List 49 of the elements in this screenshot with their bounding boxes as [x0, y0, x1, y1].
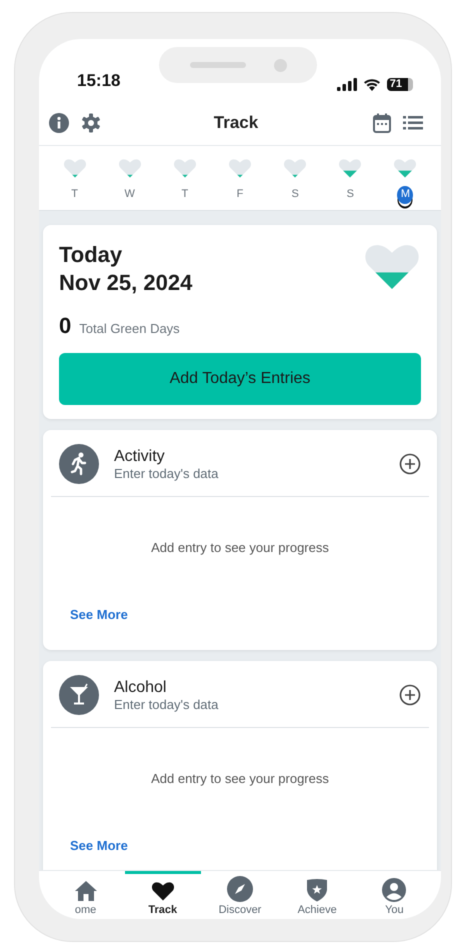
tracker-subtitle: Enter today's data — [114, 696, 220, 712]
days-count: 0 — [59, 313, 72, 339]
page-title: Track — [214, 113, 258, 133]
heart-icon — [150, 880, 175, 902]
runner-icon — [59, 444, 99, 484]
heart-icon — [172, 158, 197, 178]
weekday-tab[interactable]: S — [342, 186, 358, 206]
weekday-tab[interactable]: S — [287, 186, 304, 206]
shield-star-icon — [306, 878, 328, 902]
home-icon — [74, 880, 98, 902]
empty-message: Add entry to see your progress — [151, 540, 329, 555]
add-icon[interactable] — [399, 453, 421, 475]
see-more-link[interactable]: See More — [70, 607, 128, 622]
today-label: Today — [59, 241, 124, 269]
tab-item[interactable]: You — [356, 871, 432, 919]
weekday-tab[interactable]: T — [176, 186, 193, 206]
see-more-link[interactable]: See More — [70, 838, 128, 853]
add-entries-button[interactable]: Add Today’s Entries — [59, 353, 421, 405]
heart-icon — [62, 158, 87, 178]
tracker-subtitle: Enter today's data — [114, 466, 220, 480]
profile-icon — [382, 878, 406, 902]
calendar-icon[interactable] — [373, 113, 391, 133]
add-icon[interactable] — [399, 684, 421, 706]
empty-message: Add entry to see your progress — [151, 771, 329, 786]
list-icon[interactable] — [403, 116, 423, 130]
info-icon[interactable] — [49, 113, 69, 133]
heart-icon — [118, 158, 142, 178]
heart-icon — [283, 158, 308, 178]
days-label: Total Green Days — [79, 321, 180, 336]
signal-icon — [336, 78, 357, 91]
tab-item[interactable]: Discover — [202, 871, 278, 919]
heart-icon — [338, 158, 362, 178]
tab-item[interactable]: Track — [124, 871, 201, 919]
settings-icon[interactable] — [81, 113, 101, 133]
compass-icon — [226, 876, 253, 902]
tab-item[interactable]: ome — [48, 871, 124, 919]
date-text: Nov 25, 2024 — [59, 269, 192, 297]
cocktail-icon — [59, 675, 99, 715]
heart-icon — [228, 158, 252, 178]
clock-time: 15:18 — [77, 71, 120, 91]
wifi-icon — [362, 78, 381, 91]
weekday-tab[interactable]: W — [122, 186, 138, 206]
weekday-tab[interactable]: F — [232, 186, 248, 206]
tab-item[interactable]: Achieve — [279, 871, 356, 919]
weekday-tab[interactable]: T — [66, 186, 83, 206]
weekday-tab[interactable]: M — [397, 186, 414, 204]
tracker-title: Activity — [114, 448, 166, 466]
tracker-title: Alcohol — [114, 678, 168, 696]
battery-indicator: 71 — [386, 78, 413, 91]
